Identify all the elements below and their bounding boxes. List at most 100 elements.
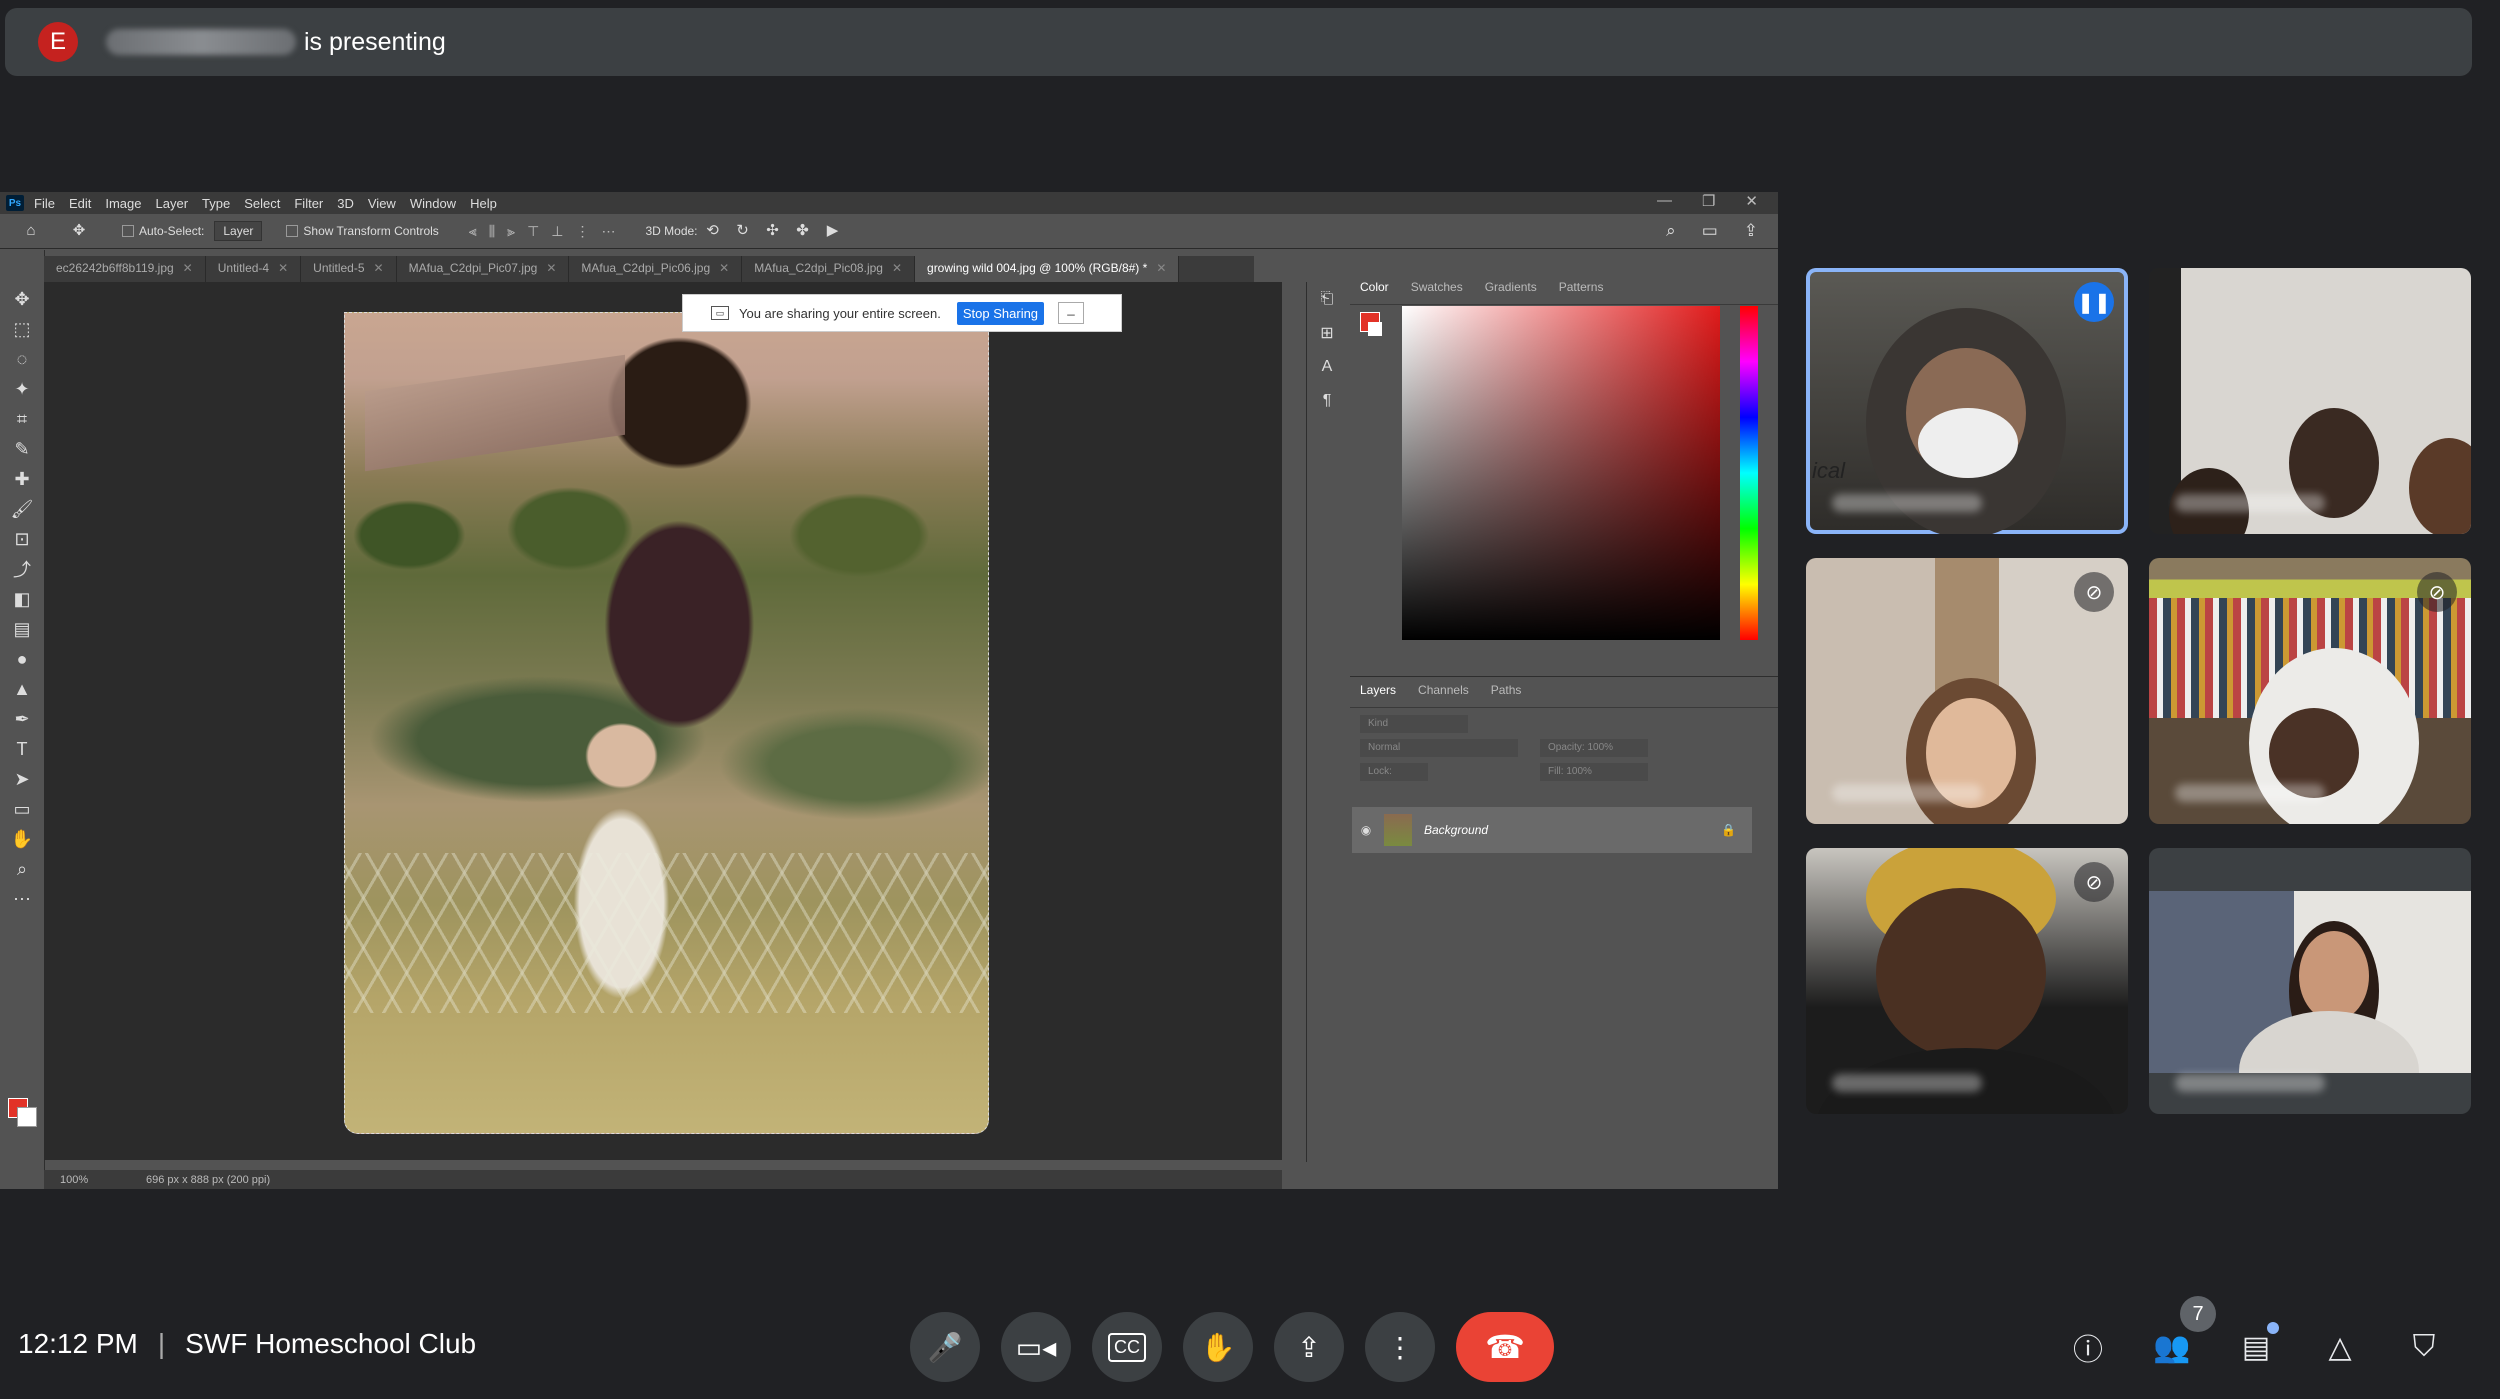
hue-slider[interactable] xyxy=(1740,306,1758,640)
align-middle-icon[interactable]: ⊥ xyxy=(551,223,563,240)
participant-tile[interactable]: ⊘ xyxy=(2149,558,2471,824)
search-icon[interactable]: ⌕ xyxy=(1666,221,1676,241)
move-icon[interactable]: ✥ xyxy=(0,284,44,314)
menu-window[interactable]: Window xyxy=(410,196,456,211)
present-button[interactable]: ⇪ xyxy=(1274,1312,1344,1382)
blur-icon[interactable]: ● xyxy=(0,644,44,674)
crop-icon[interactable]: ⌗ xyxy=(0,404,44,434)
menu-3d[interactable]: 3D xyxy=(337,196,354,211)
zoom-icon[interactable]: ⌕ xyxy=(0,854,44,884)
kind-filter[interactable]: Kind xyxy=(1360,715,1468,733)
menu-help[interactable]: Help xyxy=(470,196,497,211)
history-brush-icon[interactable]: ⤴ xyxy=(0,554,44,584)
blend-mode-select[interactable]: Normal xyxy=(1360,739,1518,757)
shape-icon[interactable]: ▭ xyxy=(0,794,44,824)
menu-type[interactable]: Type xyxy=(202,196,230,211)
close-icon[interactable]: ✕ xyxy=(1745,192,1758,210)
captions-button[interactable]: CC xyxy=(1092,1312,1162,1382)
path-select-icon[interactable]: ➤ xyxy=(0,764,44,794)
eraser-icon[interactable]: ◧ xyxy=(0,584,44,614)
menu-layer[interactable]: Layer xyxy=(156,196,189,211)
more-align-icon[interactable]: ⋯ xyxy=(601,223,615,240)
video-icon[interactable]: ▶ xyxy=(824,223,842,238)
tab-channels[interactable]: Channels xyxy=(1418,683,1469,701)
distribute-icon[interactable]: ⋮ xyxy=(575,223,589,240)
menu-select[interactable]: Select xyxy=(244,196,280,211)
share-icon[interactable]: ⇪ xyxy=(1744,221,1758,241)
participant-tile[interactable]: ⊘ xyxy=(1806,848,2128,1114)
raise-hand-button[interactable]: ✋ xyxy=(1183,1312,1253,1382)
stop-sharing-button[interactable]: Stop Sharing xyxy=(956,301,1045,325)
menu-edit[interactable]: Edit xyxy=(69,196,91,211)
hand-icon[interactable]: ✋ xyxy=(0,824,44,854)
marquee-icon[interactable]: ⬚ xyxy=(0,314,44,344)
doc-tab[interactable]: Untitled-4 ✕ xyxy=(206,256,302,282)
align-top-icon[interactable]: ⊤ xyxy=(527,223,539,240)
slide-icon[interactable]: ✤ xyxy=(794,223,812,238)
color-picker-field[interactable] xyxy=(1402,306,1720,640)
show-transform-checkbox[interactable] xyxy=(286,225,299,237)
align-left-icon[interactable]: ⫷ xyxy=(469,223,477,240)
camera-button[interactable]: ▭◂ xyxy=(1001,1312,1071,1382)
home-icon[interactable]: ⌂ xyxy=(22,223,40,238)
tab-color[interactable]: Color xyxy=(1360,280,1389,298)
move-tool-icon[interactable]: ✥ xyxy=(70,223,88,238)
menu-view[interactable]: View xyxy=(368,196,396,211)
end-call-button[interactable]: ☎ xyxy=(1456,1312,1554,1382)
host-controls-button[interactable]: ⛉ xyxy=(2400,1323,2448,1371)
layer-row-background[interactable]: ◉ Background 🔒 xyxy=(1352,807,1752,853)
info-button[interactable]: ⓘ xyxy=(2064,1323,2112,1371)
more-options-button[interactable]: ⋮ xyxy=(1365,1312,1435,1382)
more-tools-icon[interactable]: ⋯ xyxy=(0,884,44,914)
opacity-field[interactable]: Opacity: 100% xyxy=(1540,739,1648,757)
doc-tab[interactable]: Untitled-5 ✕ xyxy=(301,256,397,282)
doc-tab-active[interactable]: growing wild 004.jpg @ 100% (RGB/8#) * ✕ xyxy=(915,256,1180,282)
character-icon[interactable]: A xyxy=(1307,350,1347,384)
workspace-icon[interactable]: ▭ xyxy=(1702,221,1718,241)
tab-gradients[interactable]: Gradients xyxy=(1485,280,1537,298)
align-center-icon[interactable]: ⫼ xyxy=(489,223,495,240)
activities-button[interactable]: △ xyxy=(2316,1323,2364,1371)
align-right-icon[interactable]: ⫸ xyxy=(507,223,515,240)
restore-icon[interactable]: ❐ xyxy=(1702,192,1715,210)
paragraph-icon[interactable]: ¶ xyxy=(1307,384,1347,418)
fill-field[interactable]: Fill: 100% xyxy=(1540,763,1648,781)
doc-tab[interactable]: MAfua_C2dpi_Pic07.jpg ✕ xyxy=(397,256,570,282)
participant-tile[interactable] xyxy=(2149,268,2471,534)
tab-paths[interactable]: Paths xyxy=(1491,683,1522,701)
visibility-eye-icon[interactable]: ◉ xyxy=(1352,823,1380,837)
stamp-icon[interactable]: ⊡ xyxy=(0,524,44,554)
layer-select[interactable]: Layer xyxy=(214,221,263,241)
brush-icon[interactable]: 🖌 xyxy=(0,494,44,524)
mic-button[interactable]: 🎤 xyxy=(910,1312,980,1382)
participant-tile[interactable] xyxy=(2149,848,2471,1114)
minimize-icon[interactable]: — xyxy=(1657,192,1672,210)
eyedropper-icon[interactable]: ✎ xyxy=(0,434,44,464)
background-color[interactable] xyxy=(17,1107,37,1127)
properties-icon[interactable]: ⊞ xyxy=(1307,316,1347,350)
doc-tab[interactable]: MAfua_C2dpi_Pic08.jpg ✕ xyxy=(742,256,916,282)
tab-swatches[interactable]: Swatches xyxy=(1411,280,1463,298)
magic-wand-icon[interactable]: ✦ xyxy=(0,374,44,404)
doc-tab[interactable]: ec26242b6ff8b119.jpg ✕ xyxy=(44,256,206,282)
auto-select-checkbox[interactable] xyxy=(122,225,134,237)
healing-icon[interactable]: ✚ xyxy=(0,464,44,494)
gradient-icon[interactable]: ▤ xyxy=(0,614,44,644)
roll-icon[interactable]: ↻ xyxy=(734,223,752,238)
participant-tile[interactable]: ⊘ xyxy=(1806,558,2128,824)
color-bg-swatch[interactable] xyxy=(1368,322,1382,336)
menu-filter[interactable]: Filter xyxy=(294,196,323,211)
doc-tab[interactable]: MAfua_C2dpi_Pic06.jpg ✕ xyxy=(569,256,743,282)
pan-icon[interactable]: ✣ xyxy=(764,223,782,238)
dodge-icon[interactable]: ▲ xyxy=(0,674,44,704)
lasso-icon[interactable]: ◌ xyxy=(0,344,44,374)
orbit-icon[interactable]: ⟲ xyxy=(704,223,722,238)
type-icon[interactable]: T xyxy=(0,734,44,764)
menu-file[interactable]: File xyxy=(34,196,55,211)
tab-layers[interactable]: Layers xyxy=(1360,683,1396,701)
tab-patterns[interactable]: Patterns xyxy=(1559,280,1604,298)
menu-image[interactable]: Image xyxy=(105,196,141,211)
zoom-level[interactable]: 100% xyxy=(60,1174,120,1186)
minimize-sharebar-button[interactable]: _ xyxy=(1058,302,1085,324)
canvas-area[interactable] xyxy=(44,282,1282,1160)
